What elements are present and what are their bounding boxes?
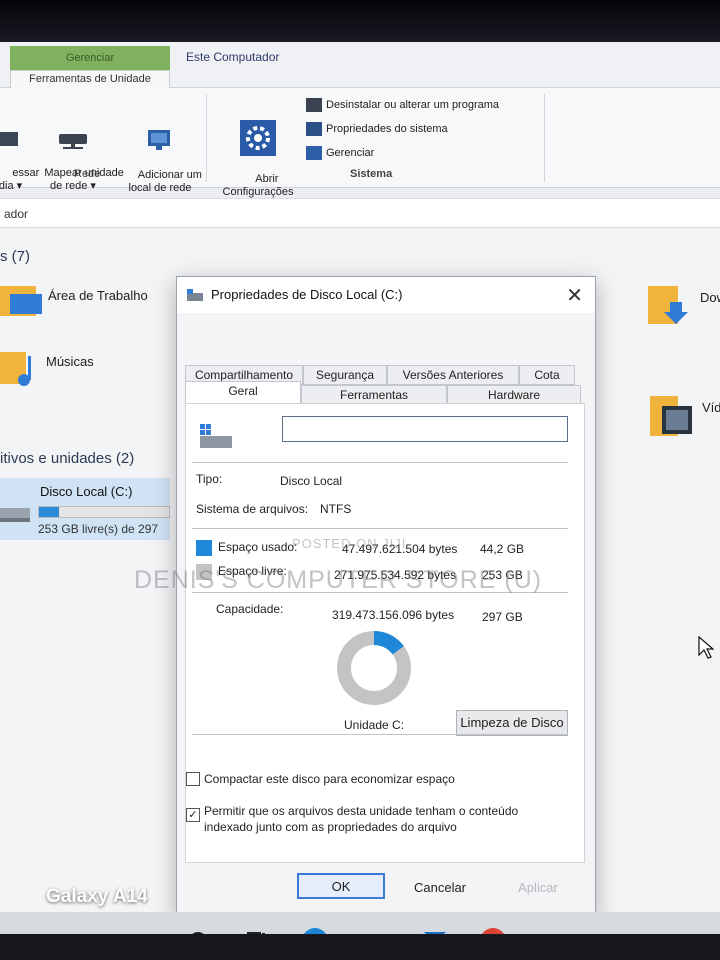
local-disk-icon (200, 424, 232, 448)
network-location-icon (148, 130, 170, 150)
watermark-posted: POSTED ON JIJI (292, 536, 407, 551)
sistema-group-label: Sistema (350, 168, 393, 180)
close-icon[interactable]: ✕ (566, 283, 583, 308)
folder-downloads[interactable]: Dow (700, 290, 720, 305)
desinstalar-programa-label: Desinstalar ou alterar um programa (326, 99, 500, 111)
fs-label: Sistema de arquivos: (196, 502, 309, 516)
ribbon-tabbar: Gerenciar Ferramentas de Unidade Este Co… (0, 42, 720, 88)
dialog-titlebar[interactable]: Propriedades de Disco Local (C:) ✕ (177, 277, 595, 313)
address-text: ador (4, 207, 29, 221)
tab-hardware[interactable]: Hardware (447, 385, 581, 405)
compress-checkbox[interactable] (186, 772, 200, 786)
fs-value: NTFS (320, 502, 352, 516)
rede-group-label: Rede (74, 168, 101, 180)
divider (192, 734, 568, 735)
drive-c-item[interactable]: Disco Local (C:) 253 GB livre(s) de 297 (0, 478, 170, 540)
adicionar-local-label: Adicionar um local de rede (128, 169, 202, 194)
compress-label: Compactar este disco para economizar esp… (204, 772, 455, 786)
chrome-icon[interactable] (478, 926, 508, 934)
drive-title-icon (187, 289, 203, 301)
edge-browser-icon[interactable] (300, 926, 330, 934)
index-label-line1: Permitir que os arquivos desta unidade t… (204, 804, 519, 818)
tab-seguranca[interactable]: Segurança (303, 365, 387, 385)
ribbon: essar ídia ▾ Mapear unidade de rede ▾ Ad… (0, 88, 720, 198)
task-view-icon[interactable] (242, 926, 272, 934)
capacity-label: Capacidade: (216, 602, 284, 616)
videos-folder-icon (650, 396, 692, 436)
ribbon-separator-2 (544, 94, 545, 182)
disk-cleanup-button[interactable]: Limpeza de Disco (456, 710, 568, 736)
media-icon (0, 132, 18, 146)
tab-geral[interactable]: Geral (185, 381, 301, 405)
drive-c-free-text: 253 GB livre(s) de 297 (38, 522, 159, 536)
gerenciar-label: Gerenciar (326, 147, 375, 159)
gear-icon (240, 120, 276, 156)
tab-gerenciar[interactable]: Gerenciar (10, 46, 170, 70)
cancel-button[interactable]: Cancelar (397, 875, 483, 901)
explorer-window: Gerenciar Ferramentas de Unidade Este Co… (0, 42, 720, 934)
hard-drive-icon (0, 508, 30, 522)
used-label: Espaço usado: (218, 540, 298, 554)
divider (192, 462, 568, 463)
tipo-label: Tipo: (196, 472, 223, 486)
apply-button[interactable]: Aplicar (495, 875, 581, 901)
drive-name-input[interactable] (282, 416, 568, 442)
mapear-unidade-button[interactable]: Mapear unidade de rede ▾ (26, 102, 124, 206)
folder-area-de-trabalho[interactable]: Área de Trabalho (48, 288, 148, 303)
monitor-bezel-top (0, 0, 720, 42)
drive-c-usage-bar (38, 506, 170, 518)
downloads-folder-icon (648, 286, 688, 324)
adicionar-local-button[interactable]: Adicionar um local de rede (120, 102, 202, 208)
tipo-value: Disco Local (280, 474, 343, 488)
mail-icon[interactable] (420, 926, 450, 934)
disk-usage-donut (337, 631, 411, 705)
desktop-folder-icon (0, 286, 42, 316)
abrir-configuracoes-button[interactable]: Abrir Configurações (212, 94, 304, 212)
mouse-cursor-icon (698, 636, 714, 659)
network-drive-icon (59, 134, 87, 149)
propriedades-sistema-label: Propriedades do sistema (326, 123, 448, 135)
index-checkbox[interactable]: ✓ (186, 808, 200, 822)
abrir-configuracoes-label: Abrir Configurações (222, 173, 294, 198)
folder-musicas[interactable]: Músicas (46, 354, 94, 369)
camera-watermark: Galaxy A14 (46, 886, 148, 907)
drive-c-name: Disco Local (C:) (40, 484, 133, 499)
geral-panel: Tipo: Disco Local Sistema de arquivos: N… (185, 403, 585, 863)
system-properties-icon (306, 122, 322, 136)
tab-cota[interactable]: Cota (519, 365, 575, 385)
tab-este-computador[interactable]: Este Computador (186, 50, 279, 64)
search-circle-icon[interactable] (184, 926, 214, 934)
properties-dialog: Propriedades de Disco Local (C:) ✕ Compa… (176, 276, 596, 916)
dialog-title: Propriedades de Disco Local (C:) (211, 287, 403, 302)
unit-label: Unidade C: (344, 718, 405, 732)
music-folder-icon (0, 352, 31, 386)
index-label-line2: indexado junto com as propriedades do ar… (204, 820, 457, 834)
computer-management-icon (306, 146, 322, 160)
drive-c-usage-fill (39, 507, 59, 517)
file-explorer-icon[interactable] (360, 926, 390, 934)
gerenciar-link[interactable]: Gerenciar (306, 146, 374, 160)
capacity-bytes: 319.473.156.096 bytes (332, 608, 455, 622)
taskbar (0, 912, 720, 934)
used-gb: 44,2 GB (480, 542, 525, 556)
used-color-swatch (196, 540, 212, 556)
propriedades-sistema-link[interactable]: Propriedades do sistema (306, 122, 448, 136)
ribbon-separator (206, 94, 207, 182)
capacity-gb: 297 GB (482, 610, 523, 624)
tab-versoes-anteriores[interactable]: Versões Anteriores (387, 365, 519, 385)
folders-header[interactable]: s (7) (0, 248, 30, 265)
folder-videos[interactable]: Víd (702, 400, 720, 415)
tab-ferramentas[interactable]: Ferramentas (301, 385, 447, 405)
programs-icon (306, 98, 322, 112)
watermark-store: DENIS'S COMPUTER STORE (U) (134, 566, 543, 594)
tab-ferramentas-de-unidade[interactable]: Ferramentas de Unidade (10, 70, 170, 88)
divider (192, 528, 568, 529)
ok-button[interactable]: OK (297, 873, 385, 899)
acessar-midia-button[interactable]: essar ídia ▾ (0, 102, 39, 206)
devices-header[interactable]: itivos e unidades (2) (0, 450, 134, 467)
monitor-bezel-bottom (0, 934, 720, 960)
address-bar[interactable]: ador (0, 198, 720, 228)
desinstalar-programa-link[interactable]: Desinstalar ou alterar um programa (306, 98, 499, 112)
